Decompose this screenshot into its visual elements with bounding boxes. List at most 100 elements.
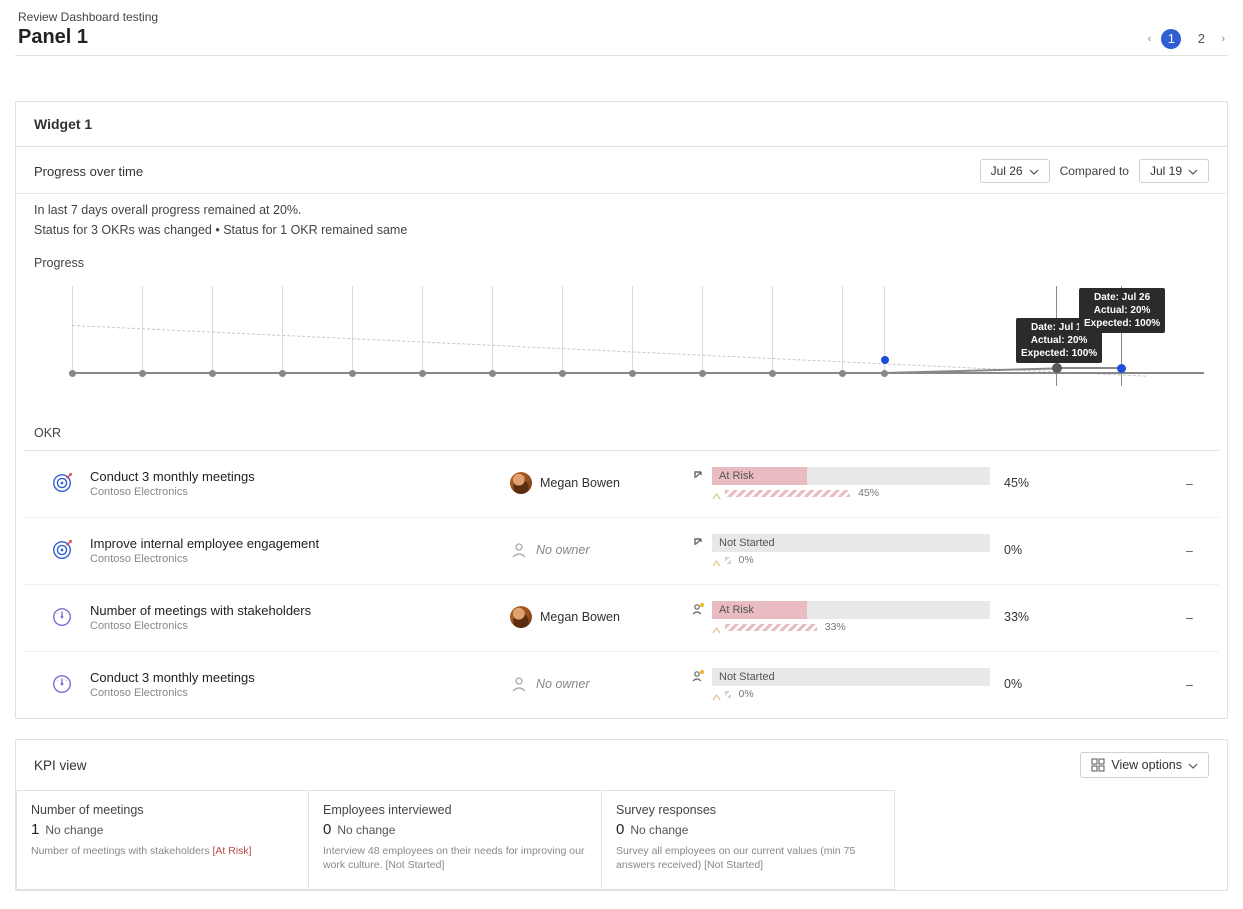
chevron-down-icon — [1029, 166, 1039, 176]
person-pin-icon[interactable] — [690, 601, 706, 617]
view-options-label: View options — [1111, 758, 1182, 772]
status-label: Not Started — [719, 534, 775, 552]
kpi-change: No change — [337, 823, 395, 837]
owner-cell: Megan Bowen — [510, 606, 690, 628]
page-prev-icon[interactable]: ‹ — [1148, 33, 1152, 45]
summary: In last 7 days overall progress remained… — [16, 193, 1227, 240]
okr-org: Contoso Electronics — [90, 553, 510, 565]
chart-tail-segment-2 — [1056, 367, 1121, 369]
caret-icon — [712, 489, 721, 498]
chart-dot — [559, 370, 566, 377]
date-compare-dropdown[interactable]: Jul 19 — [1139, 159, 1209, 183]
pagination: ‹ 1 2 › — [1148, 29, 1225, 49]
chart-dot — [769, 370, 776, 377]
okr-title: Conduct 3 monthly meetings — [90, 670, 510, 685]
link-out-icon[interactable] — [690, 534, 706, 550]
kpi-status-tag: [At Risk] — [213, 845, 252, 857]
progress-chart: Date: Jul 19 Actual: 20% Expected: 100% … — [16, 270, 1227, 406]
chart-gridline — [562, 286, 563, 374]
kpi-value: 0 — [616, 821, 624, 838]
kpi-card[interactable]: Number of meetings1No changeNumber of me… — [16, 790, 309, 890]
chart-dot — [489, 370, 496, 377]
chart-gridline — [702, 286, 703, 374]
under-hatch — [725, 691, 731, 698]
header: Review Dashboard testing Panel 1 ‹ 1 2 › — [15, 10, 1228, 56]
chart-dot — [629, 370, 636, 377]
chart-dot — [279, 370, 286, 377]
kpi-card-title: Survey responses — [616, 803, 880, 817]
status-bar: Not Started — [712, 668, 990, 686]
kpi-description: Survey all employees on our current valu… — [616, 844, 880, 872]
chart-point — [881, 356, 889, 364]
percent-value: 0% — [990, 677, 1060, 691]
okr-row[interactable]: Conduct 3 monthly meetings Contoso Electr… — [24, 651, 1219, 718]
okr-row[interactable]: Conduct 3 monthly meetingsContoso Electr… — [24, 450, 1219, 517]
kpi-description: Interview 48 employees on their needs fo… — [323, 844, 587, 872]
summary-line-2: Status for 3 OKRs was changed • Status f… — [34, 220, 1209, 240]
status-cell: Not Started 0% — [690, 668, 990, 700]
chart-dot — [209, 370, 216, 377]
chart-gridline — [772, 286, 773, 374]
widget-1: Widget 1 Progress over time Jul 26 Compa… — [15, 101, 1228, 719]
percent-value: 33% — [990, 610, 1060, 624]
date-current-dropdown[interactable]: Jul 26 — [980, 159, 1050, 183]
chart-dot — [419, 370, 426, 377]
status-label: At Risk — [719, 467, 754, 485]
kpi-card[interactable]: Employees interviewed0No changeInterview… — [309, 790, 602, 890]
chart-gridline — [352, 286, 353, 374]
page-next-icon[interactable]: › — [1221, 33, 1225, 45]
chart-baseline — [69, 372, 1204, 374]
kpi-card-title: Employees interviewed — [323, 803, 587, 817]
caret-icon — [712, 690, 721, 699]
pot-title: Progress over time — [34, 164, 143, 179]
under-percent: 45% — [858, 487, 879, 499]
kpi-card[interactable]: Survey responses 0 No change Survey all emp… — [602, 790, 895, 890]
owner-cell: No owner — [510, 675, 690, 693]
target-icon — [51, 472, 73, 494]
page-number-1[interactable]: 1 — [1161, 29, 1181, 49]
widget-title: Widget 1 — [16, 102, 1227, 147]
kpi-change: No change — [45, 823, 103, 837]
status-cell: At Risk 45% — [690, 467, 990, 499]
caret-icon — [712, 623, 721, 632]
percent-value: 0% — [990, 543, 1060, 557]
okr-title: Improve internal employee engagement — [90, 536, 510, 551]
status-cell: Not Started 0% — [690, 534, 990, 566]
avatar — [510, 472, 532, 494]
trend-indicator: -- — [1169, 476, 1209, 491]
kpi-description: Number of meetings with stakeholders [At… — [31, 844, 294, 858]
chart-gridline — [632, 286, 633, 374]
under-percent: 0% — [739, 554, 754, 566]
under-percent: 0% — [739, 688, 754, 700]
date-current-label: Jul 26 — [991, 164, 1023, 178]
kpi-change: No change — [630, 823, 688, 837]
person-pin-icon[interactable] — [690, 668, 706, 684]
chart-dot — [139, 370, 146, 377]
chevron-down-icon — [1188, 166, 1198, 176]
progress-label: Progress — [16, 240, 1227, 270]
owner-name: Megan Bowen — [540, 476, 620, 490]
trend-indicator: -- — [1169, 610, 1209, 625]
chart-gridline — [492, 286, 493, 374]
okr-org: Contoso Electronics — [90, 687, 510, 699]
status-label: Not Started — [719, 668, 775, 686]
breadcrumb[interactable]: Review Dashboard testing — [18, 10, 158, 24]
chart-gridline — [72, 286, 73, 374]
under-percent: 33% — [825, 621, 846, 633]
avatar — [510, 606, 532, 628]
status-label: At Risk — [719, 601, 754, 619]
trend-indicator: -- — [1169, 677, 1209, 692]
owner-cell: No owner — [510, 541, 690, 559]
compared-to-label: Compared to — [1060, 164, 1129, 178]
okr-row[interactable]: Improve internal employee engagement Cont… — [24, 517, 1219, 584]
link-out-icon[interactable] — [690, 467, 706, 483]
percent-value: 45% — [990, 476, 1060, 490]
view-options-dropdown[interactable]: View options — [1080, 752, 1209, 778]
chart-dot — [839, 370, 846, 377]
chart-gridline — [282, 286, 283, 374]
kpi-view-widget: KPI view View options Number of meetings… — [15, 739, 1228, 891]
chart-endpoint — [1052, 363, 1062, 373]
progress-over-time-header: Progress over time Jul 26 Compared to Ju… — [16, 147, 1227, 193]
page-number-2[interactable]: 2 — [1191, 29, 1211, 49]
okr-row[interactable]: Number of meetings with stakeholdersCont… — [24, 584, 1219, 651]
